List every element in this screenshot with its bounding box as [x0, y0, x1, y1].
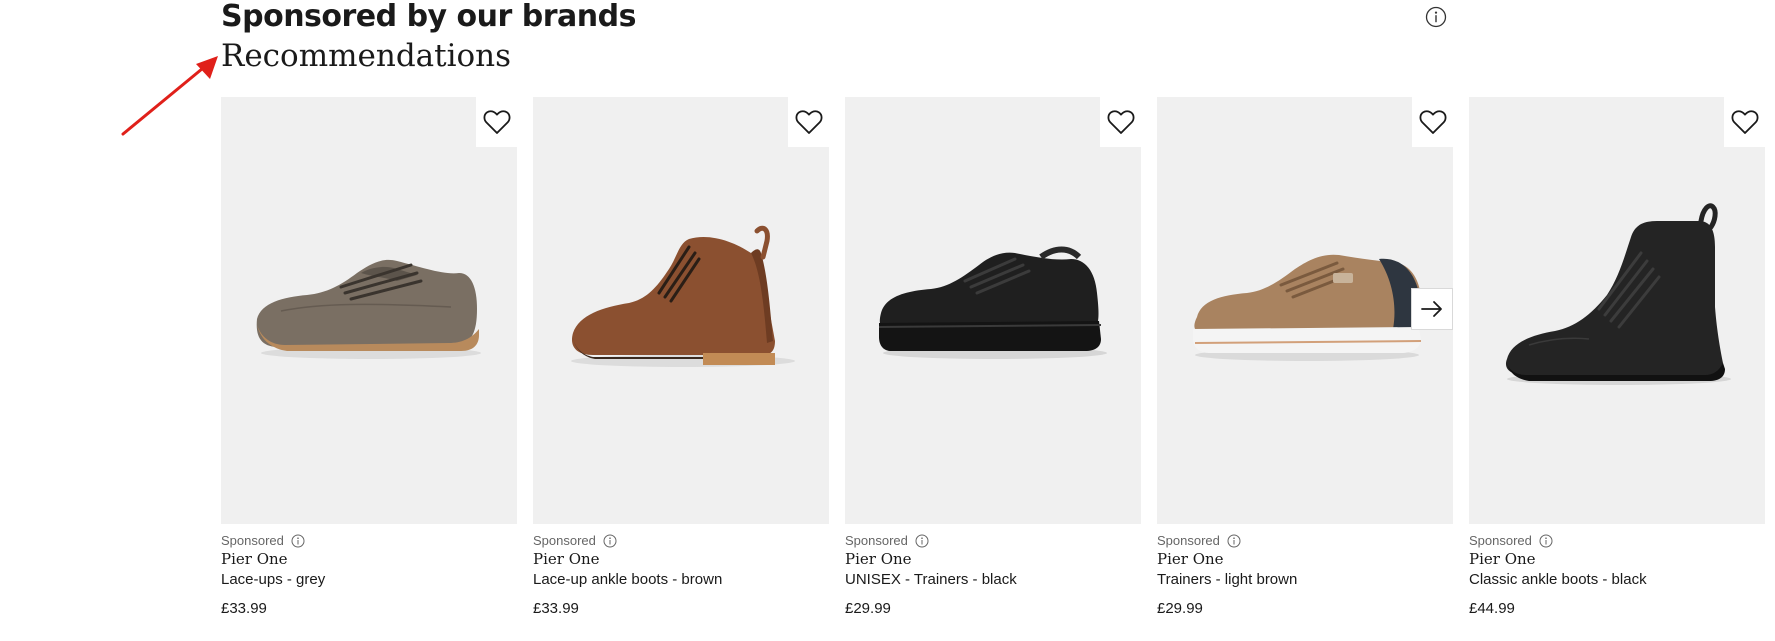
sponsored-label: Sponsored — [221, 533, 305, 548]
sponsored-text: Sponsored — [845, 533, 908, 548]
product-brand: Pier One — [1469, 550, 1536, 568]
sponsored-text: Sponsored — [1469, 533, 1532, 548]
product-image[interactable] — [1157, 97, 1453, 524]
product-name[interactable]: Lace-ups - grey — [221, 571, 325, 588]
sponsored-label: Sponsored — [1469, 533, 1553, 548]
sponsored-text: Sponsored — [1157, 533, 1220, 548]
info-circle-icon[interactable] — [915, 534, 929, 548]
product-card[interactable]: Sponsored Pier One Classic ankle boots -… — [1469, 97, 1765, 617]
product-price: £33.99 — [221, 600, 267, 617]
product-image[interactable] — [1469, 97, 1765, 524]
grey-derby-shoe-image — [256, 259, 481, 359]
product-price: £29.99 — [845, 600, 891, 617]
heart-outline-icon — [483, 110, 510, 134]
brown-chukka-boot-image — [571, 225, 795, 367]
product-price: £44.99 — [1469, 600, 1515, 617]
product-name[interactable]: Classic ankle boots - black — [1469, 571, 1647, 588]
product-brand: Pier One — [845, 550, 912, 568]
product-image[interactable] — [845, 97, 1141, 524]
heart-outline-icon — [1107, 110, 1134, 134]
wishlist-button[interactable] — [1412, 97, 1453, 147]
heart-outline-icon — [1419, 110, 1446, 134]
product-name[interactable]: Trainers - light brown — [1157, 571, 1297, 588]
product-card[interactable]: Sponsored Pier One Lace-up ankle boots -… — [533, 97, 829, 617]
wishlist-button[interactable] — [1100, 97, 1141, 147]
heart-outline-icon — [795, 110, 822, 134]
heart-outline-icon — [1731, 110, 1758, 134]
product-name[interactable]: Lace-up ankle boots - brown — [533, 571, 722, 588]
wishlist-button[interactable] — [476, 97, 517, 147]
product-card[interactable]: Sponsored Pier One UNISEX - Trainers - b… — [845, 97, 1141, 617]
product-brand: Pier One — [221, 550, 288, 568]
product-brand: Pier One — [1157, 550, 1224, 568]
sponsored-label: Sponsored — [845, 533, 929, 548]
product-card[interactable]: Sponsored Pier One Lace-ups - grey £33.9… — [221, 97, 517, 617]
carousel-next-button[interactable] — [1411, 288, 1453, 330]
product-price: £29.99 — [1157, 600, 1203, 617]
product-name[interactable]: UNISEX - Trainers - black — [845, 571, 1017, 588]
product-price: £33.99 — [533, 600, 579, 617]
info-circle-icon[interactable] — [1227, 534, 1241, 548]
product-image[interactable] — [533, 97, 829, 524]
product-carousel: Sponsored Pier One Lace-ups - grey £33.9… — [221, 97, 1775, 637]
black-ankle-boot-image — [1505, 203, 1731, 385]
light-brown-trainer-image — [1193, 254, 1422, 361]
black-trainer-image — [878, 246, 1107, 359]
info-circle-icon[interactable] — [603, 534, 617, 548]
arrow-right-icon — [1421, 301, 1442, 317]
annotation-arrow — [121, 56, 218, 136]
sponsored-label: Sponsored — [533, 533, 617, 548]
product-brand: Pier One — [533, 550, 600, 568]
section-title: Sponsored by our brands — [221, 0, 636, 34]
info-circle-icon[interactable] — [1539, 534, 1553, 548]
wishlist-button[interactable] — [1724, 97, 1765, 147]
info-circle-icon[interactable] — [1425, 6, 1447, 28]
product-image[interactable] — [221, 97, 517, 524]
product-card[interactable]: Sponsored Pier One Trainers - light brow… — [1157, 97, 1453, 617]
wishlist-button[interactable] — [788, 97, 829, 147]
sponsored-text: Sponsored — [533, 533, 596, 548]
info-circle-icon[interactable] — [291, 534, 305, 548]
sponsored-label: Sponsored — [1157, 533, 1241, 548]
section-subtitle: Recommendations — [221, 38, 512, 74]
sponsored-text: Sponsored — [221, 533, 284, 548]
